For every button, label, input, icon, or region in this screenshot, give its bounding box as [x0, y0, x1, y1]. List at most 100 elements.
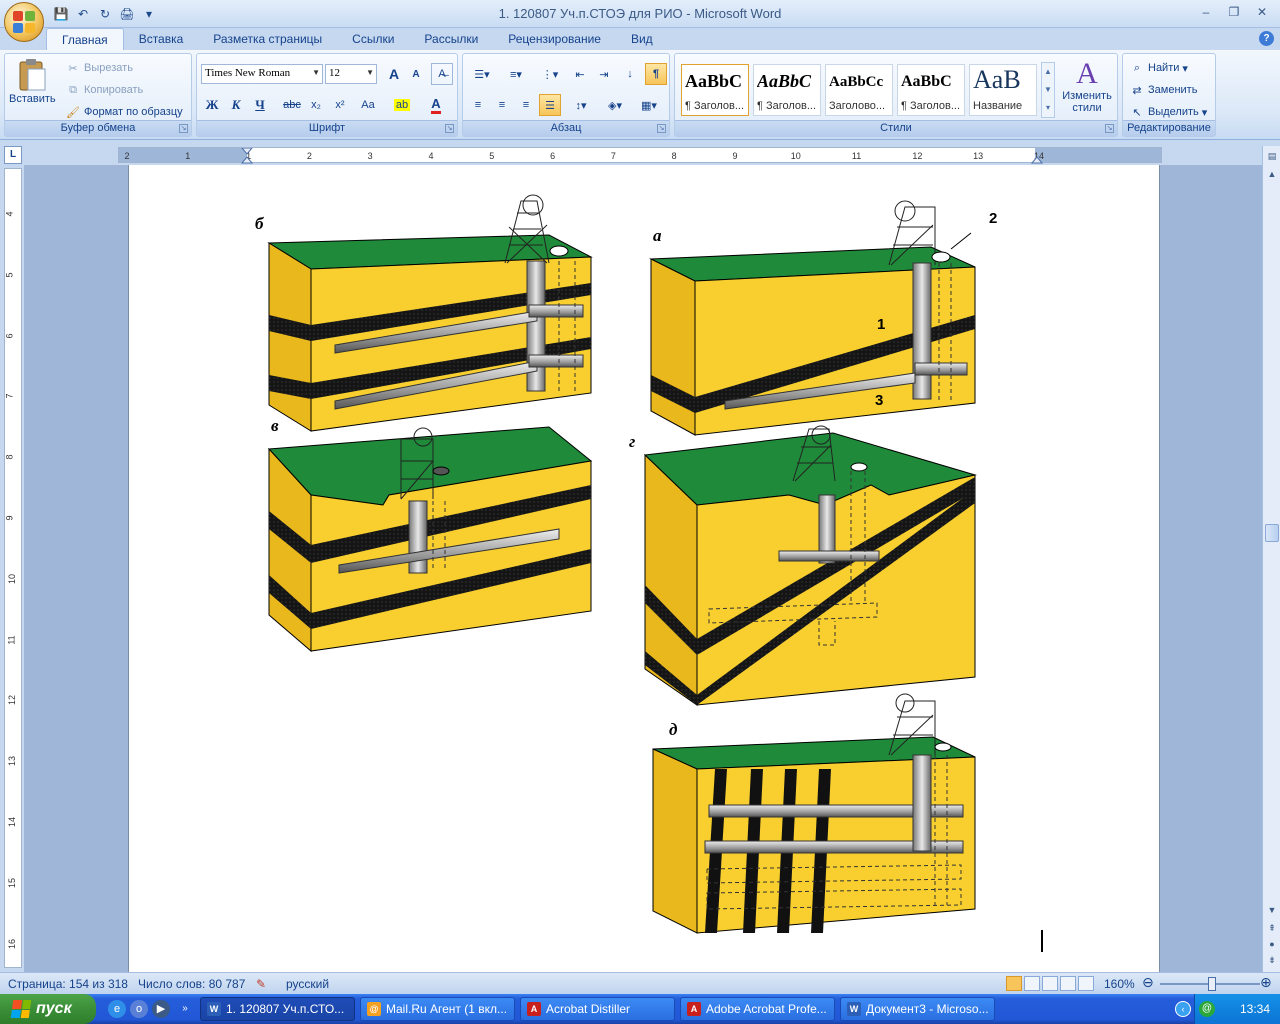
clear-format-icon[interactable]: A̶	[431, 63, 453, 85]
more-quicklaunch-icon[interactable]: »	[176, 1000, 194, 1018]
bold-button[interactable]: Ж	[201, 94, 223, 116]
select-button[interactable]: ↖ Выделить ▾	[1129, 104, 1207, 120]
paragraph-launcher-icon[interactable]: ↘	[657, 124, 666, 133]
replace-button[interactable]: ⇄ Заменить	[1129, 82, 1197, 98]
document-page[interactable]: 2 1 3 б а в г д	[128, 165, 1160, 972]
print-layout-view-icon[interactable]	[1006, 976, 1022, 991]
outline-view-icon[interactable]	[1060, 976, 1076, 991]
tab-mailings[interactable]: Рассылки	[409, 28, 493, 50]
style-heading-4[interactable]: AaBbC ¶ Заголов...	[897, 64, 965, 116]
clipboard-group: Вставить ✂ Вырезать ⧉ Копировать 🖌 Формат п…	[4, 53, 192, 137]
language[interactable]: русский	[286, 977, 329, 991]
task-acrobat-distiller[interactable]: A Acrobat Distiller	[520, 997, 675, 1021]
task-word-doc[interactable]: W 1. 120807 Уч.п.СТО...	[200, 997, 355, 1021]
font-size-select[interactable]: 12 ▼	[325, 64, 377, 84]
vruler-tick-label: 7	[4, 393, 15, 399]
underline-button[interactable]: Ч	[249, 94, 271, 116]
bullets-icon[interactable]: ☰▾	[467, 63, 497, 85]
increase-indent-icon[interactable]: ⇥	[593, 63, 615, 85]
sort-icon[interactable]: ↓	[619, 63, 641, 85]
tab-review[interactable]: Рецензирование	[493, 28, 616, 50]
style-heading-1[interactable]: AaBbC ¶ Заголов...	[681, 64, 749, 116]
ie-icon[interactable]: e	[108, 1000, 126, 1018]
tray-expand-icon[interactable]: ‹	[1175, 1001, 1191, 1017]
cut-button[interactable]: ✂ Вырезать	[65, 60, 133, 76]
tab-selector[interactable]: L	[4, 146, 22, 164]
subscript-button[interactable]: x₂	[305, 94, 327, 116]
page-count[interactable]: Страница: 154 из 318	[8, 977, 128, 991]
format-painter-button[interactable]: 🖌 Формат по образцу	[65, 104, 183, 120]
tab-view[interactable]: Вид	[616, 28, 668, 50]
scroll-thumb[interactable]	[1265, 524, 1279, 542]
zoom-level[interactable]: 160%	[1104, 977, 1135, 991]
ruler-toggle-icon[interactable]: ▤	[1264, 148, 1280, 164]
numbering-icon[interactable]: ≡▾	[501, 63, 531, 85]
superscript-button[interactable]: x²	[329, 94, 351, 116]
vruler-tick-label: 5	[4, 272, 15, 278]
next-page-icon[interactable]: ⇟	[1264, 952, 1280, 968]
draft-view-icon[interactable]	[1078, 976, 1094, 991]
scroll-up-icon[interactable]: ▲	[1264, 166, 1280, 182]
tab-home[interactable]: Главная	[46, 28, 124, 50]
zoom-slider-thumb[interactable]	[1208, 977, 1216, 991]
show-marks-icon[interactable]: ¶	[645, 63, 667, 85]
web-layout-view-icon[interactable]	[1042, 976, 1058, 991]
align-left-icon[interactable]: ≡	[467, 94, 489, 116]
task-document3[interactable]: W Документ3 - Microso...	[840, 997, 995, 1021]
font-color-icon[interactable]: A	[423, 94, 449, 116]
vertical-ruler[interactable]: 4 5 6 7 8 9 10 11 12 13 14 15 16	[4, 168, 22, 968]
paste-button[interactable]: Вставить	[9, 58, 56, 105]
grow-font-button[interactable]: A	[383, 63, 405, 85]
task-adobe-acrobat[interactable]: A Adobe Acrobat Profe...	[680, 997, 835, 1021]
close-button[interactable]: ✕	[1250, 3, 1274, 21]
zoom-in-icon[interactable]: ⊕	[1260, 974, 1272, 991]
styles-launcher-icon[interactable]: ↘	[1105, 124, 1114, 133]
multilevel-list-icon[interactable]: ⋮▾	[535, 63, 565, 85]
start-button[interactable]: пуск	[0, 994, 96, 1024]
justify-icon[interactable]: ☰	[539, 94, 561, 116]
change-case-button[interactable]: Aa	[355, 94, 381, 116]
line-spacing-icon[interactable]: ↕▾	[567, 94, 595, 116]
zoom-out-icon[interactable]: ⊖	[1142, 974, 1154, 991]
full-screen-view-icon[interactable]	[1024, 976, 1040, 991]
outlook-icon[interactable]: o	[130, 1000, 148, 1018]
indent-marker-icon[interactable]	[241, 148, 253, 164]
style-title[interactable]: AaB Название	[969, 64, 1037, 116]
styles-scroll[interactable]: ▲ ▼ ▾	[1041, 62, 1055, 118]
find-button[interactable]: ⌕ Найти ▾	[1129, 60, 1188, 76]
help-icon[interactable]: ?	[1259, 31, 1274, 46]
highlight-icon[interactable]: ab	[389, 94, 415, 116]
proofing-icon[interactable]: ✎	[256, 977, 266, 991]
tab-insert[interactable]: Вставка	[124, 28, 199, 50]
shading-icon[interactable]: ◈▾	[601, 94, 629, 116]
right-indent-marker-icon[interactable]	[1031, 148, 1043, 164]
vertical-scrollbar[interactable]: ▤ ▲ ▼ ⇞ ● ⇟	[1262, 146, 1280, 972]
align-center-icon[interactable]: ≡	[491, 94, 513, 116]
font-family-select[interactable]: Times New Roman ▼	[201, 64, 323, 84]
decrease-indent-icon[interactable]: ⇤	[569, 63, 591, 85]
style-heading-3[interactable]: AaBbCc Заголово...	[825, 64, 893, 116]
office-button[interactable]	[4, 2, 44, 42]
style-heading-2[interactable]: AaBbC ¶ Заголов...	[753, 64, 821, 116]
italic-button[interactable]: К	[225, 94, 247, 116]
prev-page-icon[interactable]: ⇞	[1264, 920, 1280, 936]
task-mailru-agent[interactable]: @ Mail.Ru Агент (1 вкл...	[360, 997, 515, 1021]
tab-references[interactable]: Ссылки	[337, 28, 409, 50]
borders-icon[interactable]: ▦▾	[635, 94, 663, 116]
horizontal-ruler[interactable]: 2 1 1 2 3 4 5 6 7 8 9 10 11 12 13 14	[118, 147, 1162, 164]
strikethrough-button[interactable]: abc	[281, 94, 303, 116]
scroll-down-icon[interactable]: ▼	[1264, 902, 1280, 918]
tab-page-layout[interactable]: Разметка страницы	[198, 28, 337, 50]
align-right-icon[interactable]: ≡	[515, 94, 537, 116]
font-launcher-icon[interactable]: ↘	[445, 124, 454, 133]
word-count[interactable]: Число слов: 80 787	[138, 977, 245, 991]
media-icon[interactable]: ▶	[152, 1000, 170, 1018]
mailru-agent-tray-icon[interactable]: @	[1199, 1001, 1215, 1017]
shrink-font-button[interactable]: A	[405, 63, 427, 85]
clipboard-launcher-icon[interactable]: ↘	[179, 124, 188, 133]
minimize-button[interactable]: –	[1194, 3, 1218, 21]
restore-button[interactable]: ❐	[1222, 3, 1246, 21]
browse-object-icon[interactable]: ●	[1264, 936, 1280, 952]
change-styles-button[interactable]: A Изменить стили	[1059, 58, 1115, 115]
copy-button[interactable]: ⧉ Копировать	[65, 82, 143, 98]
